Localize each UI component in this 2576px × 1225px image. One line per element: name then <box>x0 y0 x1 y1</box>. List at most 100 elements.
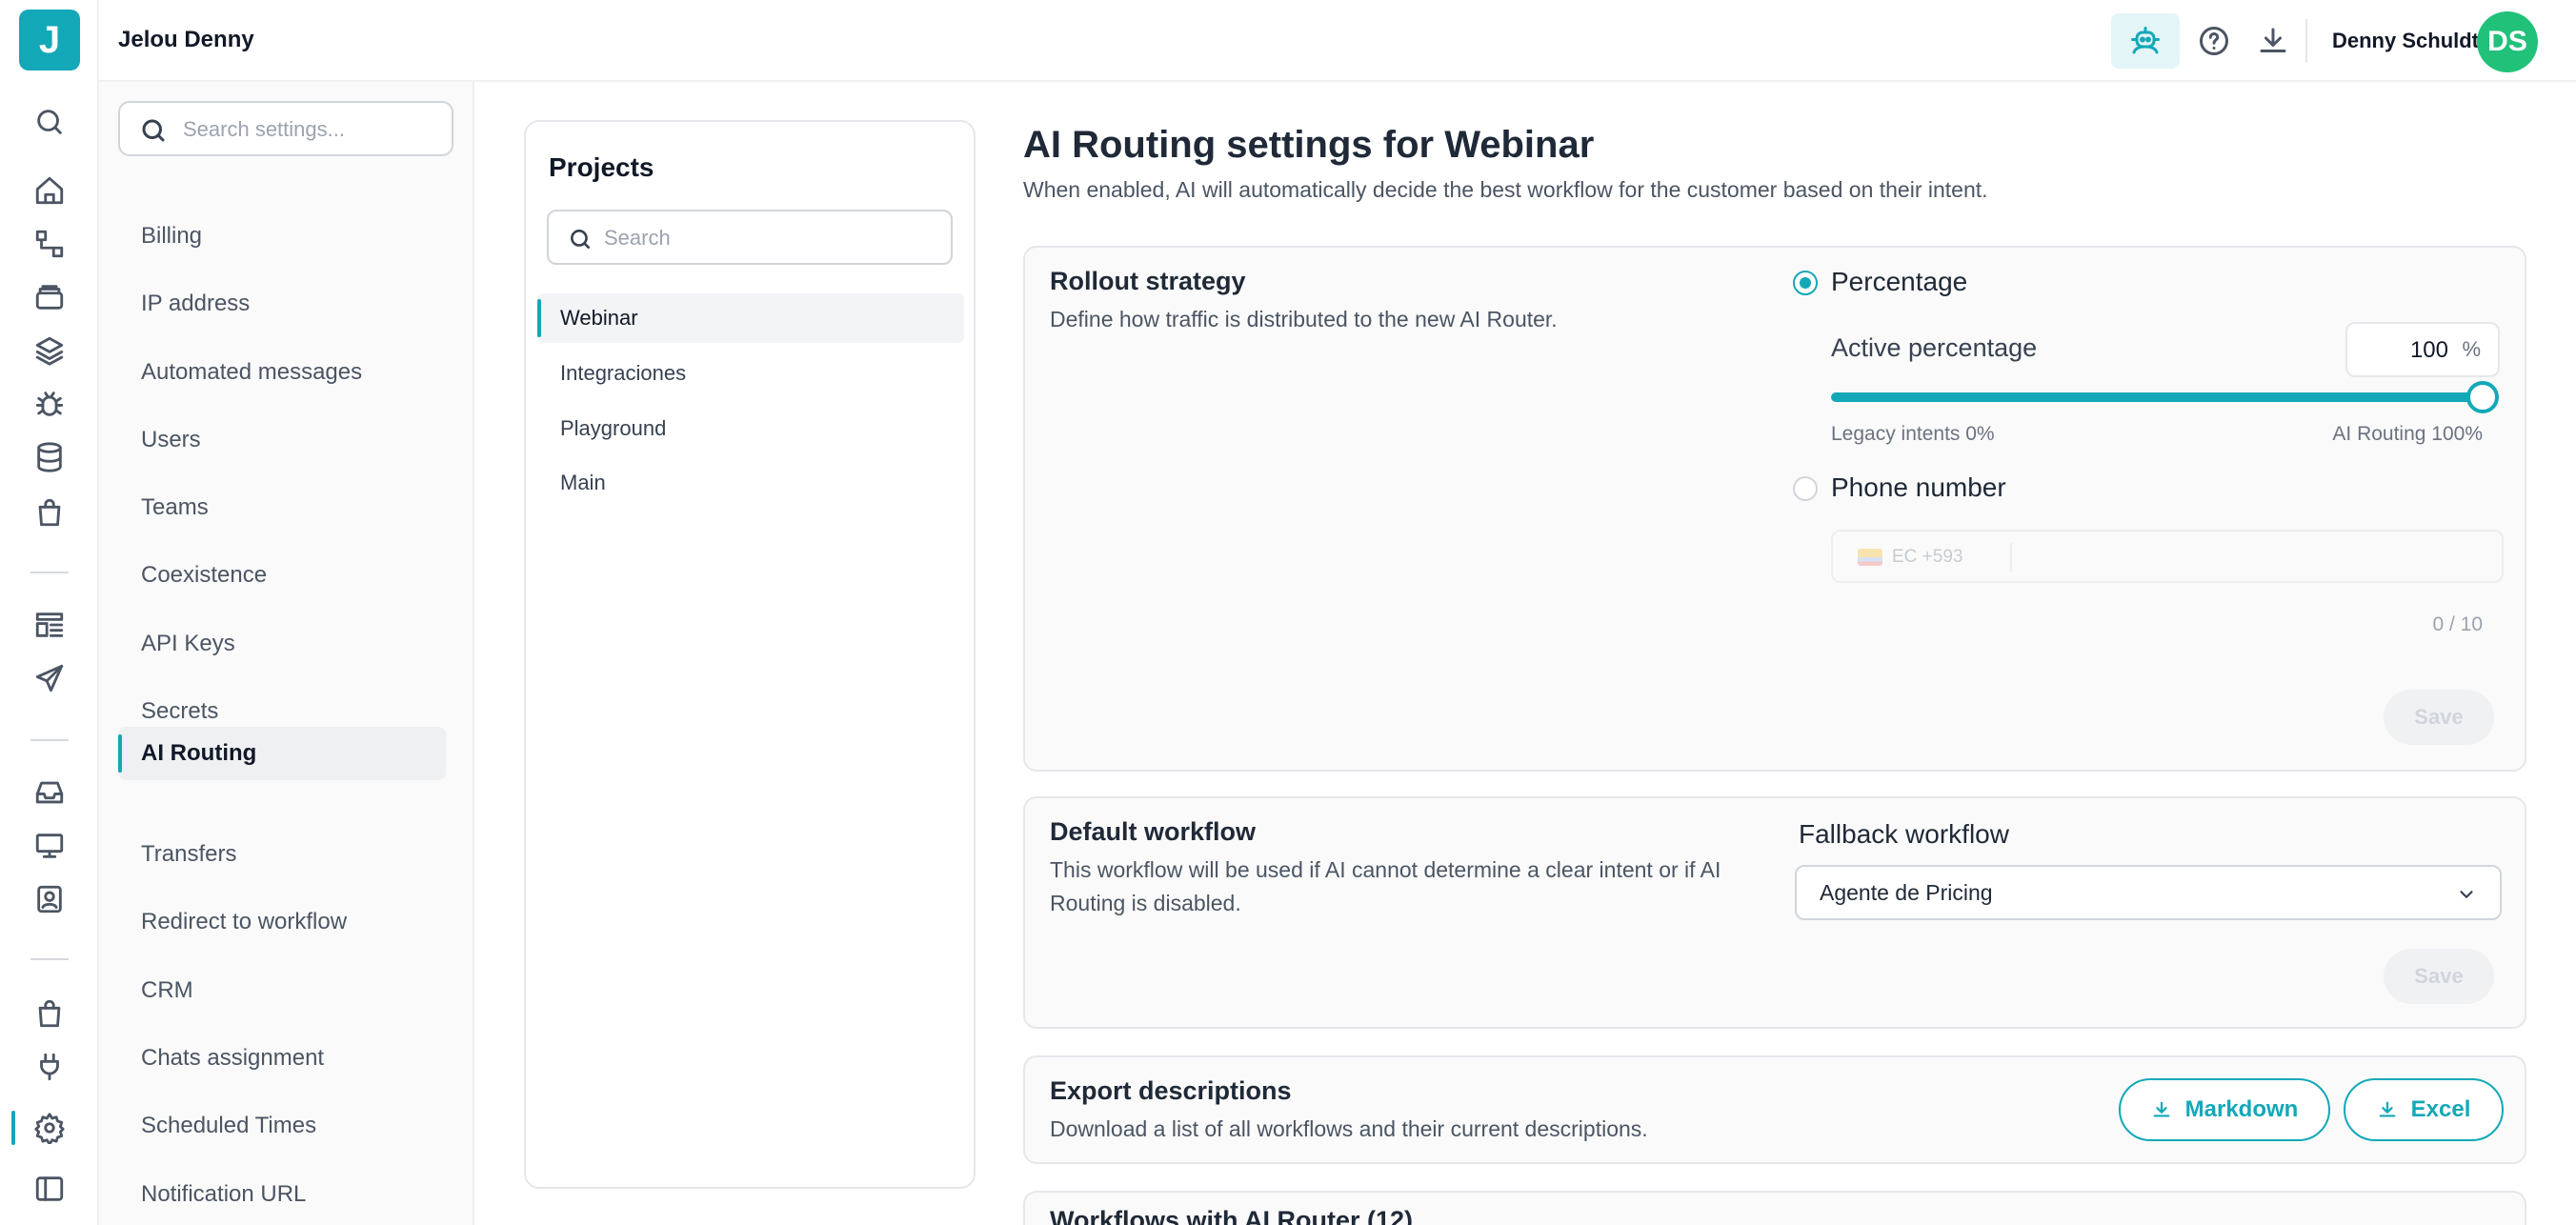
settings-item-scheduled-times[interactable]: Scheduled Times <box>118 1099 446 1153</box>
settings-item-coexistence[interactable]: Coexistence <box>118 549 446 602</box>
phone-counter: 0 / 10 <box>2432 613 2483 635</box>
avatar[interactable]: DS <box>2477 11 2538 72</box>
settings-search-input[interactable] <box>183 114 440 145</box>
download-icon <box>2379 1101 2396 1117</box>
settings-sidebar: Billing IP address Automated messages Us… <box>99 82 474 1225</box>
icon-rail: J <box>0 0 99 1225</box>
percentage-slider-thumb[interactable] <box>2466 381 2499 413</box>
rail-divider <box>30 958 69 960</box>
help-icon <box>2200 27 2228 55</box>
projects-search-input[interactable] <box>604 223 928 253</box>
ai-routing-label: AI Routing 100% <box>2332 423 2483 445</box>
page-title: AI Routing settings for Webinar <box>1023 124 1595 166</box>
default-workflow-card: Default workflow This workflow will be u… <box>1023 796 2526 1029</box>
rollout-title: Rollout strategy <box>1050 267 1246 295</box>
settings-item-chats-assignment[interactable]: Chats assignment <box>118 1032 446 1085</box>
page-subtitle: When enabled, AI will automatically deci… <box>1023 177 1988 202</box>
app-logo[interactable]: J <box>19 10 80 70</box>
export-markdown-button[interactable]: Markdown <box>2119 1078 2330 1141</box>
search-icon[interactable] <box>30 103 69 141</box>
phone-number-input[interactable]: EC +593 <box>1831 530 2504 583</box>
fallback-workflow-label: Fallback workflow <box>1799 819 2009 849</box>
export-excel-button[interactable]: Excel <box>2344 1078 2504 1141</box>
phone-divider <box>2010 543 2012 572</box>
sidebar-toggle-icon[interactable] <box>30 1170 69 1208</box>
contact-icon[interactable] <box>30 880 69 918</box>
ecuador-flag-icon <box>1858 549 1882 566</box>
active-percentage-label: Active percentage <box>1831 333 2038 362</box>
rail-divider <box>30 572 69 573</box>
settings-item-crm[interactable]: CRM <box>118 964 446 1017</box>
settings-search[interactable] <box>118 101 453 156</box>
top-bar: Jelou Denny Denny Schuldt DS <box>99 0 2576 82</box>
download-icon <box>2153 1101 2170 1117</box>
rail-active-indicator <box>11 1111 15 1145</box>
default-workflow-description: This workflow will be used if AI cannot … <box>1050 857 1721 915</box>
bug-icon[interactable] <box>30 385 69 423</box>
settings-item-ai-routing[interactable]: AI Routing <box>118 727 446 780</box>
projects-search[interactable] <box>547 210 953 265</box>
send-icon[interactable] <box>30 659 69 697</box>
percentage-option-label[interactable]: Percentage <box>1831 267 1967 297</box>
robot-icon <box>2131 27 2160 54</box>
default-workflow-title: Default workflow <box>1050 817 1257 846</box>
rollout-description: Define how traffic is distributed to the… <box>1050 307 1558 331</box>
legacy-intents-label: Legacy intents 0% <box>1831 423 1995 445</box>
workspace-name[interactable]: Jelou Denny <box>118 27 254 53</box>
flow-icon[interactable] <box>30 225 69 263</box>
default-workflow-save-button[interactable]: Save <box>2384 949 2494 1004</box>
workflows-title: Workflows with AI Router (12) <box>1050 1206 1414 1225</box>
percentage-radio[interactable] <box>1793 271 1818 295</box>
percentage-slider-track[interactable] <box>1831 392 2483 402</box>
settings-item-ip-address[interactable]: IP address <box>118 277 446 331</box>
home-icon[interactable] <box>30 171 69 210</box>
export-title: Export descriptions <box>1050 1076 1292 1105</box>
active-percentage-input[interactable]: 100 % <box>2345 322 2500 377</box>
user-name[interactable]: Denny Schuldt <box>2332 29 2479 53</box>
main-content: Projects Webinar Integraciones Playgroun… <box>474 82 2576 1225</box>
export-descriptions-card: Export descriptions Download a list of a… <box>1023 1055 2526 1164</box>
project-item-webinar[interactable]: Webinar <box>537 293 964 343</box>
layers-icon[interactable] <box>30 331 69 370</box>
project-item-main[interactable]: Main <box>537 458 964 508</box>
country-code-select[interactable]: EC +593 <box>1892 547 1962 568</box>
shopping-bag-icon[interactable] <box>30 493 69 532</box>
plug-icon[interactable] <box>30 1048 69 1086</box>
settings-item-users[interactable]: Users <box>118 413 446 467</box>
gear-icon[interactable] <box>30 1109 69 1147</box>
chevron-down-icon <box>2460 891 2473 898</box>
export-description: Download a list of all workflows and the… <box>1050 1116 1648 1141</box>
project-item-integraciones[interactable]: Integraciones <box>537 349 964 398</box>
projects-panel: Projects Webinar Integraciones Playgroun… <box>524 120 976 1189</box>
search-icon <box>142 119 165 142</box>
top-bar-divider <box>2305 19 2307 63</box>
ai-assistant-button[interactable] <box>2111 13 2180 69</box>
inbox-stack-icon[interactable] <box>30 278 69 316</box>
rail-divider <box>30 739 69 741</box>
projects-title: Projects <box>549 152 654 182</box>
active-percentage-value: 100 <box>2409 337 2448 363</box>
inbox-icon[interactable] <box>30 773 69 812</box>
phone-number-radio[interactable] <box>1793 476 1818 501</box>
settings-item-api-keys[interactable]: API Keys <box>118 617 446 671</box>
monitor-icon[interactable] <box>30 827 69 865</box>
fallback-workflow-value: Agente de Pricing <box>1820 880 1993 905</box>
rollout-save-button[interactable]: Save <box>2384 690 2494 745</box>
database-icon[interactable] <box>30 438 69 476</box>
settings-item-automated-messages[interactable]: Automated messages <box>118 346 446 399</box>
download-button[interactable] <box>2239 13 2307 69</box>
store-icon[interactable] <box>30 994 69 1033</box>
download-icon <box>2260 28 2286 52</box>
settings-item-notification-url[interactable]: Notification URL <box>118 1168 446 1221</box>
phone-number-option-label[interactable]: Phone number <box>1831 472 2006 503</box>
settings-item-teams[interactable]: Teams <box>118 481 446 534</box>
rollout-strategy-card: Rollout strategy Define how traffic is d… <box>1023 246 2526 772</box>
project-item-playground[interactable]: Playground <box>537 404 964 453</box>
workflows-card: Workflows with AI Router (12) <box>1023 1191 2526 1225</box>
settings-item-billing[interactable]: Billing <box>118 210 446 263</box>
percent-unit: % <box>2462 337 2481 361</box>
settings-item-transfers[interactable]: Transfers <box>118 828 446 881</box>
template-icon[interactable] <box>30 606 69 644</box>
fallback-workflow-select[interactable]: Agente de Pricing <box>1795 865 2502 920</box>
settings-item-redirect-to-workflow[interactable]: Redirect to workflow <box>118 895 446 949</box>
